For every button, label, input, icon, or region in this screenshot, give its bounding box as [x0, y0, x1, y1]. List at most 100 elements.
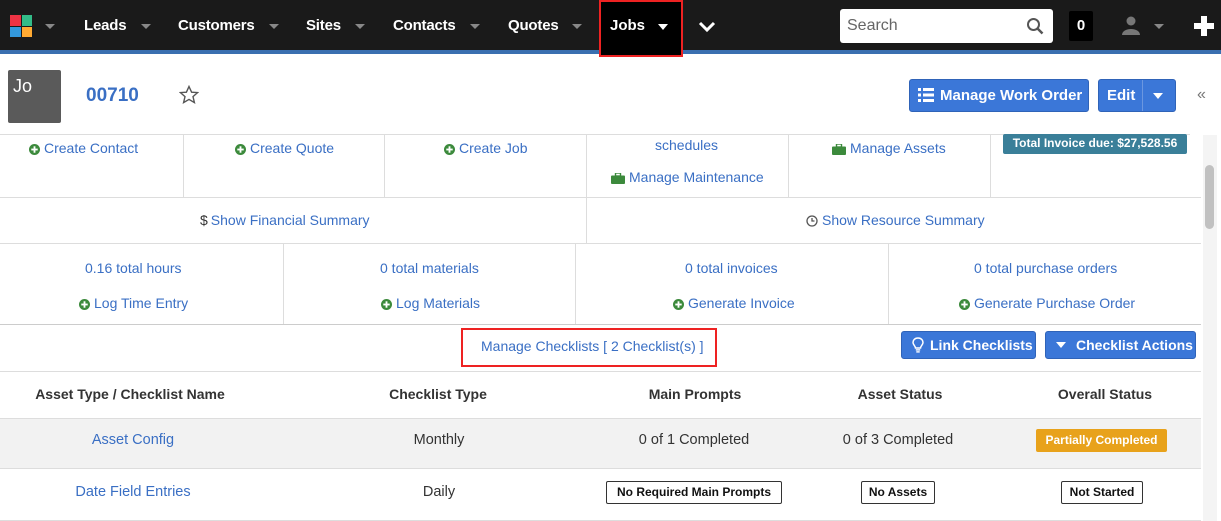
top-navbar: Leads Customers Sites Contacts Quotes Jo… — [0, 0, 1221, 57]
nav-item-customers[interactable]: Customers — [178, 17, 255, 34]
sites-chevron-down-icon[interactable] — [355, 24, 365, 29]
create-job-link[interactable]: Create Job — [444, 140, 527, 156]
column-header-asset-status[interactable]: Asset Status — [800, 386, 1000, 402]
manage-maintenance-link[interactable]: Manage Maintenance — [611, 169, 764, 185]
main-prompts-badge: No Required Main Prompts — [606, 481, 782, 504]
create-quote-link[interactable]: Create Quote — [235, 140, 334, 156]
column-header-main-prompts[interactable]: Main Prompts — [595, 386, 795, 402]
grid-divider — [183, 135, 184, 197]
search-icon[interactable] — [1026, 17, 1044, 35]
grid-divider — [0, 197, 1201, 198]
log-time-entry-link[interactable]: Log Time Entry — [79, 295, 188, 311]
checklist-type: Daily — [422, 484, 456, 500]
total-hours-link[interactable]: 0.16 total hours — [85, 260, 182, 276]
generate-invoice-link[interactable]: Generate Invoice — [673, 295, 795, 311]
more-chevron-down-icon[interactable] — [698, 17, 716, 35]
plus-circle-icon — [959, 299, 970, 310]
manage-assets-label: Manage Assets — [850, 140, 946, 156]
column-header-type[interactable]: Checklist Type — [338, 386, 538, 402]
overall-status-badge: Not Started — [1061, 481, 1143, 504]
checklist-name-link[interactable]: Asset Config — [0, 432, 266, 448]
grid-divider — [888, 244, 889, 324]
plus-icon[interactable] — [1192, 14, 1216, 38]
customers-chevron-down-icon[interactable] — [269, 24, 279, 29]
plus-circle-icon — [673, 299, 684, 310]
collapse-panel-icon[interactable]: « — [1197, 86, 1206, 104]
manage-checklists-link[interactable]: Manage Checklists [ 2 Checklist(s) ] — [481, 338, 704, 354]
manage-work-order-button[interactable]: Manage Work Order — [909, 79, 1089, 112]
plus-circle-icon — [235, 144, 246, 155]
star-icon[interactable] — [179, 85, 199, 105]
user-icon[interactable] — [1121, 15, 1141, 35]
scrollbar-thumb[interactable] — [1205, 165, 1214, 229]
create-contact-label: Create Contact — [44, 140, 139, 156]
clock-icon — [806, 215, 818, 227]
checklist-actions-button[interactable]: Checklist Actions — [1045, 331, 1196, 359]
grid-divider — [990, 135, 991, 197]
quotes-chevron-down-icon[interactable] — [572, 24, 582, 29]
contacts-chevron-down-icon[interactable] — [470, 24, 480, 29]
schedules-link[interactable]: schedules — [655, 137, 718, 153]
list-icon — [918, 88, 934, 102]
leads-chevron-down-icon[interactable] — [141, 24, 151, 29]
grid-divider — [586, 135, 587, 243]
nav-item-leads[interactable]: Leads — [84, 17, 127, 34]
table-top-divider — [0, 371, 1201, 372]
generate-purchase-order-label: Generate Purchase Order — [974, 295, 1136, 311]
page-title[interactable]: 00710 — [86, 85, 139, 107]
plus-circle-icon — [444, 144, 455, 155]
generate-purchase-order-link[interactable]: Generate Purchase Order — [959, 295, 1135, 311]
edit-chevron-down-icon[interactable] — [1153, 93, 1163, 99]
main-prompts-value: 0 of 1 Completed — [638, 432, 750, 448]
show-financial-summary-link[interactable]: $ Show Financial Summary — [200, 212, 370, 228]
create-job-label: Create Job — [459, 140, 528, 156]
nav-item-contacts[interactable]: Contacts — [393, 17, 456, 34]
total-purchase-orders-link[interactable]: 0 total purchase orders — [974, 260, 1117, 276]
grid-divider — [384, 135, 385, 197]
show-resource-summary-label: Show Resource Summary — [822, 212, 985, 228]
log-materials-label: Log Materials — [396, 295, 481, 311]
app-logo-icon[interactable] — [10, 15, 32, 37]
asset-status-value: 0 of 3 Completed — [842, 432, 954, 448]
manage-maintenance-label: Manage Maintenance — [629, 169, 764, 185]
briefcase-icon — [832, 144, 846, 155]
show-financial-summary-label: Show Financial Summary — [210, 212, 370, 228]
overall-status-badge: Partially Completed — [1036, 429, 1167, 452]
plus-circle-icon — [381, 299, 392, 310]
dollar-icon: $ — [200, 212, 208, 228]
checklist-name-link[interactable]: Date Field Entries — [0, 484, 266, 500]
create-contact-link[interactable]: Create Contact — [29, 140, 138, 156]
user-chevron-down-icon[interactable] — [1154, 24, 1164, 29]
jobs-chevron-down-icon[interactable] — [658, 24, 668, 30]
search-input[interactable] — [840, 9, 1053, 43]
grid-divider — [0, 324, 1201, 325]
total-invoice-due-badge: Total Invoice due: $27,528.56 — [1003, 134, 1187, 154]
manage-assets-link[interactable]: Manage Assets — [832, 140, 946, 156]
grid-divider — [283, 244, 284, 324]
notification-badge[interactable]: 0 — [1069, 11, 1093, 41]
column-header-overall-status[interactable]: Overall Status — [1005, 386, 1205, 402]
show-resource-summary-link[interactable]: Show Resource Summary — [806, 212, 985, 228]
lightbulb-icon — [912, 337, 924, 353]
grid-divider — [788, 135, 789, 197]
edit-divider — [1142, 80, 1143, 111]
logo-chevron-down-icon[interactable] — [45, 24, 55, 29]
edit-button[interactable]: Edit — [1098, 79, 1176, 112]
nav-item-quotes[interactable]: Quotes — [508, 17, 559, 34]
column-header-name[interactable]: Asset Type / Checklist Name — [0, 386, 260, 402]
nav-item-sites[interactable]: Sites — [306, 17, 341, 34]
grid-divider — [575, 244, 576, 324]
briefcase-icon — [611, 173, 625, 184]
grid-divider — [0, 243, 1201, 244]
generate-invoice-label: Generate Invoice — [688, 295, 795, 311]
log-materials-link[interactable]: Log Materials — [381, 295, 480, 311]
asset-status-badge: No Assets — [861, 481, 935, 504]
log-time-entry-label: Log Time Entry — [94, 295, 189, 311]
plus-circle-icon — [79, 299, 90, 310]
avatar: Jo — [8, 70, 61, 123]
total-materials-link[interactable]: 0 total materials — [380, 260, 479, 276]
total-invoices-link[interactable]: 0 total invoices — [685, 260, 778, 276]
create-quote-label: Create Quote — [250, 140, 335, 156]
checklist-actions-chevron-down-icon[interactable] — [1056, 342, 1066, 348]
nav-item-jobs[interactable]: Jobs — [610, 17, 645, 34]
